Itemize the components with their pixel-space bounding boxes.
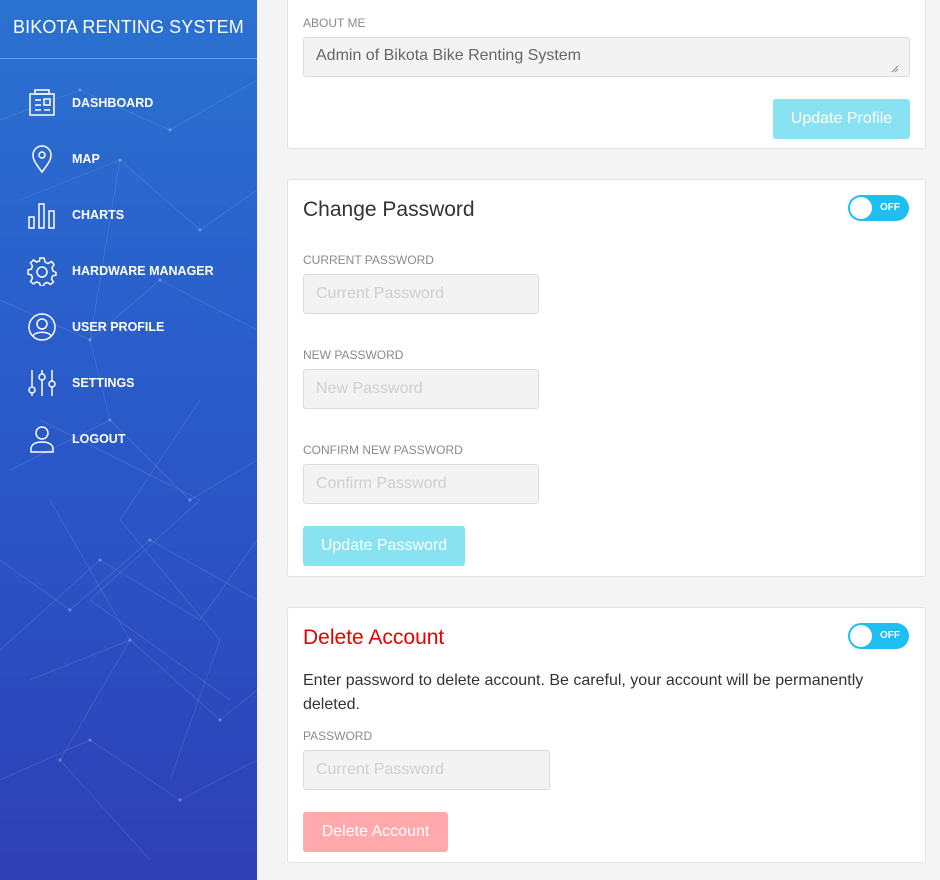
sidebar-item-logout[interactable]: LOGOUT (0, 411, 257, 467)
sidebar-item-label: MAP (72, 152, 100, 166)
map-pin-icon (26, 143, 58, 175)
sidebar-item-label: LOGOUT (72, 432, 126, 446)
sidebar-item-map[interactable]: MAP (0, 131, 257, 187)
sidebar-item-label: CHARTS (72, 208, 125, 222)
change-password-title: Change Password (303, 198, 475, 221)
current-password-label: CURRENT PASSWORD (303, 253, 434, 267)
sliders-icon (26, 367, 58, 399)
new-password-input[interactable] (303, 369, 539, 409)
delete-account-button[interactable]: Delete Account (303, 812, 448, 852)
update-password-button[interactable]: Update Password (303, 526, 465, 566)
toggle-knob (850, 625, 872, 647)
sidebar: BIKOTA RENTING SYSTEM DASHBOARD MAP CHAR… (0, 0, 257, 880)
delete-account-title: Delete Account (303, 626, 445, 649)
sidebar-item-label: SETTINGS (72, 376, 135, 390)
sidebar-item-label: DASHBOARD (72, 96, 154, 110)
toggle-knob (850, 197, 872, 219)
new-password-label: NEW PASSWORD (303, 348, 404, 362)
brand-title: BIKOTA RENTING SYSTEM (0, 0, 257, 59)
about-textarea[interactable]: Admin of Bikota Bike Renting System (303, 37, 910, 77)
toggle-label: OFF (880, 630, 900, 641)
confirm-password-label: CONFIRM NEW PASSWORD (303, 443, 463, 457)
current-password-input[interactable] (303, 274, 539, 314)
sidebar-item-dashboard[interactable]: DASHBOARD (0, 75, 257, 131)
change-password-toggle[interactable]: OFF (848, 195, 909, 221)
dashboard-icon (26, 87, 58, 119)
sidebar-nav: DASHBOARD MAP CHARTS HARDWARE MANAGER US… (0, 59, 257, 467)
sidebar-item-settings[interactable]: SETTINGS (0, 355, 257, 411)
user-circle-icon (26, 311, 58, 343)
sidebar-item-label: HARDWARE MANAGER (72, 264, 214, 278)
toggle-label: OFF (880, 202, 900, 213)
resize-grip-icon[interactable] (891, 65, 899, 73)
sidebar-item-charts[interactable]: CHARTS (0, 187, 257, 243)
delete-account-toggle[interactable]: OFF (848, 623, 909, 649)
change-password-card: Change Password OFF CURRENT PASSWORD NEW… (287, 179, 926, 577)
delete-warning-text: Enter password to delete account. Be car… (303, 672, 864, 713)
delete-account-card: Delete Account OFF Enter password to del… (287, 607, 926, 863)
update-profile-button[interactable]: Update Profile (773, 99, 910, 139)
bar-chart-icon (26, 199, 58, 231)
delete-password-label: PASSWORD (303, 729, 373, 743)
sidebar-item-label: USER PROFILE (72, 320, 165, 334)
user-icon (26, 423, 58, 455)
sidebar-item-hardware-manager[interactable]: HARDWARE MANAGER (0, 243, 257, 299)
gear-icon (26, 255, 58, 287)
delete-password-input[interactable] (303, 750, 550, 790)
sidebar-item-user-profile[interactable]: USER PROFILE (0, 299, 257, 355)
confirm-password-input[interactable] (303, 464, 539, 504)
about-card: ABOUT ME Admin of Bikota Bike Renting Sy… (287, 0, 926, 149)
about-label: ABOUT ME (303, 16, 366, 30)
